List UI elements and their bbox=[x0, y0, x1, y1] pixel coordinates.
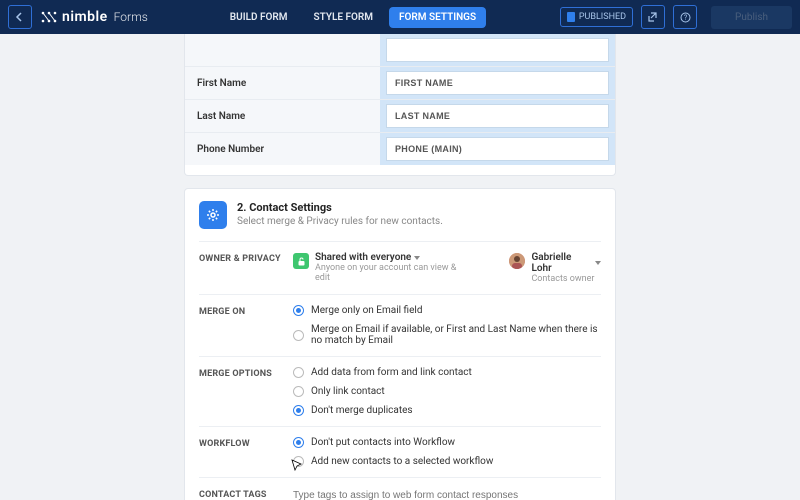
field-row: Phone Number bbox=[185, 132, 615, 165]
published-badge: PUBLISHED bbox=[560, 7, 633, 27]
contact-tags-input[interactable] bbox=[293, 488, 601, 500]
help-icon: ? bbox=[680, 12, 691, 23]
fields-card: First Name Last Name Phone Number bbox=[184, 34, 616, 176]
field-mapping-input[interactable] bbox=[386, 104, 609, 128]
sharing-dropdown[interactable]: Shared with everyone Anyone on your acco… bbox=[293, 252, 469, 284]
field-mapping-input[interactable] bbox=[386, 38, 609, 62]
field-label: First Name bbox=[185, 67, 380, 99]
field-label: Phone Number bbox=[185, 133, 380, 165]
gear-icon bbox=[199, 201, 227, 229]
cursor-icon bbox=[291, 459, 303, 473]
merge-options-section: MERGE OPTIONS Add data from form and lin… bbox=[199, 356, 601, 426]
help-button[interactable]: ? bbox=[673, 5, 697, 29]
unlock-icon bbox=[293, 253, 309, 269]
owner-dropdown[interactable]: Gabrielle Lohr Contacts owner bbox=[509, 252, 601, 284]
tab-form-settings[interactable]: FORM SETTINGS bbox=[389, 7, 486, 28]
field-mapping-input[interactable] bbox=[386, 137, 609, 161]
brand-sub: Forms bbox=[114, 10, 148, 24]
tab-style-form[interactable]: STYLE FORM bbox=[304, 7, 384, 28]
external-link-icon bbox=[648, 12, 659, 23]
logo-icon bbox=[40, 10, 58, 24]
tab-build-form[interactable]: BUILD FORM bbox=[220, 7, 298, 28]
tabs: BUILD FORM STYLE FORM FORM SETTINGS bbox=[220, 7, 486, 28]
workflow-section: WORKFLOW Don't put contacts into Workflo… bbox=[199, 426, 601, 477]
settings-subtitle: Select merge & Privacy rules for new con… bbox=[237, 216, 443, 227]
brand-name: nimble bbox=[62, 9, 108, 25]
settings-header: 2. Contact Settings Select merge & Priva… bbox=[199, 201, 601, 229]
merge-add-data-radio[interactable]: Add data from form and link contact bbox=[293, 367, 601, 378]
field-label: Last Name bbox=[185, 100, 380, 132]
merge-only-link-radio[interactable]: Only link contact bbox=[293, 386, 601, 397]
workflow-add-radio[interactable]: Add new contacts to a selected workflow bbox=[293, 456, 601, 467]
merge-on-email-or-name-radio[interactable]: Merge on Email if available, or First an… bbox=[293, 324, 601, 346]
contact-settings-card: 2. Contact Settings Select merge & Priva… bbox=[184, 188, 616, 500]
field-label bbox=[185, 34, 380, 66]
merge-dont-radio[interactable]: Don't merge duplicates bbox=[293, 405, 601, 416]
chevron-down-icon bbox=[414, 256, 420, 260]
settings-title: 2. Contact Settings bbox=[237, 201, 443, 214]
topbar: nimble Forms BUILD FORM STYLE FORM FORM … bbox=[0, 0, 800, 34]
field-mapping-input[interactable] bbox=[386, 71, 609, 95]
merge-on-email-radio[interactable]: Merge only on Email field bbox=[293, 305, 601, 316]
contact-tags-section: CONTACT TAGS bbox=[199, 477, 601, 500]
brand: nimble Forms bbox=[40, 9, 148, 25]
main-viewport[interactable]: First Name Last Name Phone Number 2. Con… bbox=[0, 34, 800, 500]
status-area: PUBLISHED ? Publish bbox=[560, 5, 792, 29]
field-row bbox=[185, 34, 615, 66]
open-external-button[interactable] bbox=[641, 5, 665, 29]
owner-privacy-section: OWNER & PRIVACY Shared with everyone Any… bbox=[199, 241, 601, 294]
chevron-down-icon bbox=[595, 261, 601, 265]
avatar bbox=[509, 253, 525, 269]
publish-button[interactable]: Publish bbox=[711, 6, 792, 29]
field-row: First Name bbox=[185, 66, 615, 99]
doc-icon bbox=[567, 12, 575, 22]
merge-on-section: MERGE ON Merge only on Email field Merge… bbox=[199, 294, 601, 356]
svg-text:?: ? bbox=[683, 14, 687, 22]
field-row: Last Name bbox=[185, 99, 615, 132]
arrow-left-icon bbox=[15, 12, 25, 22]
back-button[interactable] bbox=[8, 5, 32, 29]
workflow-none-radio[interactable]: Don't put contacts into Workflow bbox=[293, 437, 601, 448]
